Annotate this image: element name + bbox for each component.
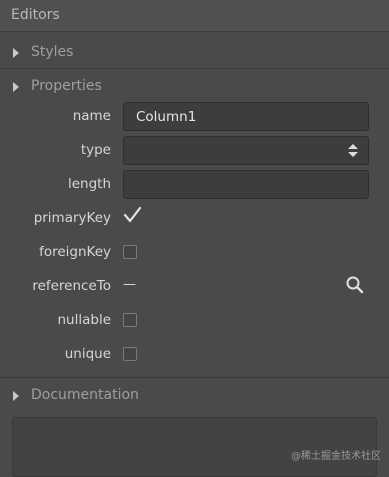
nullable-checkbox[interactable]: [123, 313, 137, 327]
triangle-right-icon: [13, 48, 19, 58]
referenceto-value: —: [123, 277, 136, 292]
section-documentation[interactable]: Documentation: [0, 379, 389, 411]
length-label: length: [67, 176, 111, 192]
watermark: @稀土掘金技术社区: [291, 451, 381, 462]
triangle-right-icon: [13, 391, 19, 401]
name-value: Column1: [136, 109, 197, 125]
type-label: type: [80, 142, 111, 158]
chevron-updown-icon: [348, 144, 358, 158]
section-styles-label: Styles: [31, 44, 74, 60]
divider: [0, 68, 389, 69]
length-field[interactable]: [123, 170, 369, 199]
unique-label: unique: [64, 346, 111, 362]
unique-checkbox[interactable]: [123, 347, 137, 361]
search-icon[interactable]: [345, 275, 365, 295]
section-documentation-label: Documentation: [31, 387, 139, 403]
panel-title: Editors: [11, 7, 60, 23]
checkmark-icon[interactable]: [122, 206, 142, 224]
divider: [0, 377, 389, 378]
name-label: name: [72, 108, 111, 124]
primarykey-label: primaryKey: [33, 210, 111, 226]
section-properties-label: Properties: [31, 78, 102, 94]
foreignkey-label: foreignKey: [39, 244, 111, 260]
referenceto-label: referenceTo: [32, 278, 111, 294]
triangle-right-icon: [13, 82, 19, 92]
section-properties[interactable]: Properties: [0, 70, 389, 102]
type-select[interactable]: [123, 136, 369, 165]
section-styles[interactable]: Styles: [0, 36, 389, 68]
name-field[interactable]: Column1: [123, 102, 369, 131]
foreignkey-checkbox[interactable]: [123, 245, 137, 259]
editors-panel-header: Editors: [0, 0, 389, 32]
nullable-label: nullable: [57, 312, 111, 328]
